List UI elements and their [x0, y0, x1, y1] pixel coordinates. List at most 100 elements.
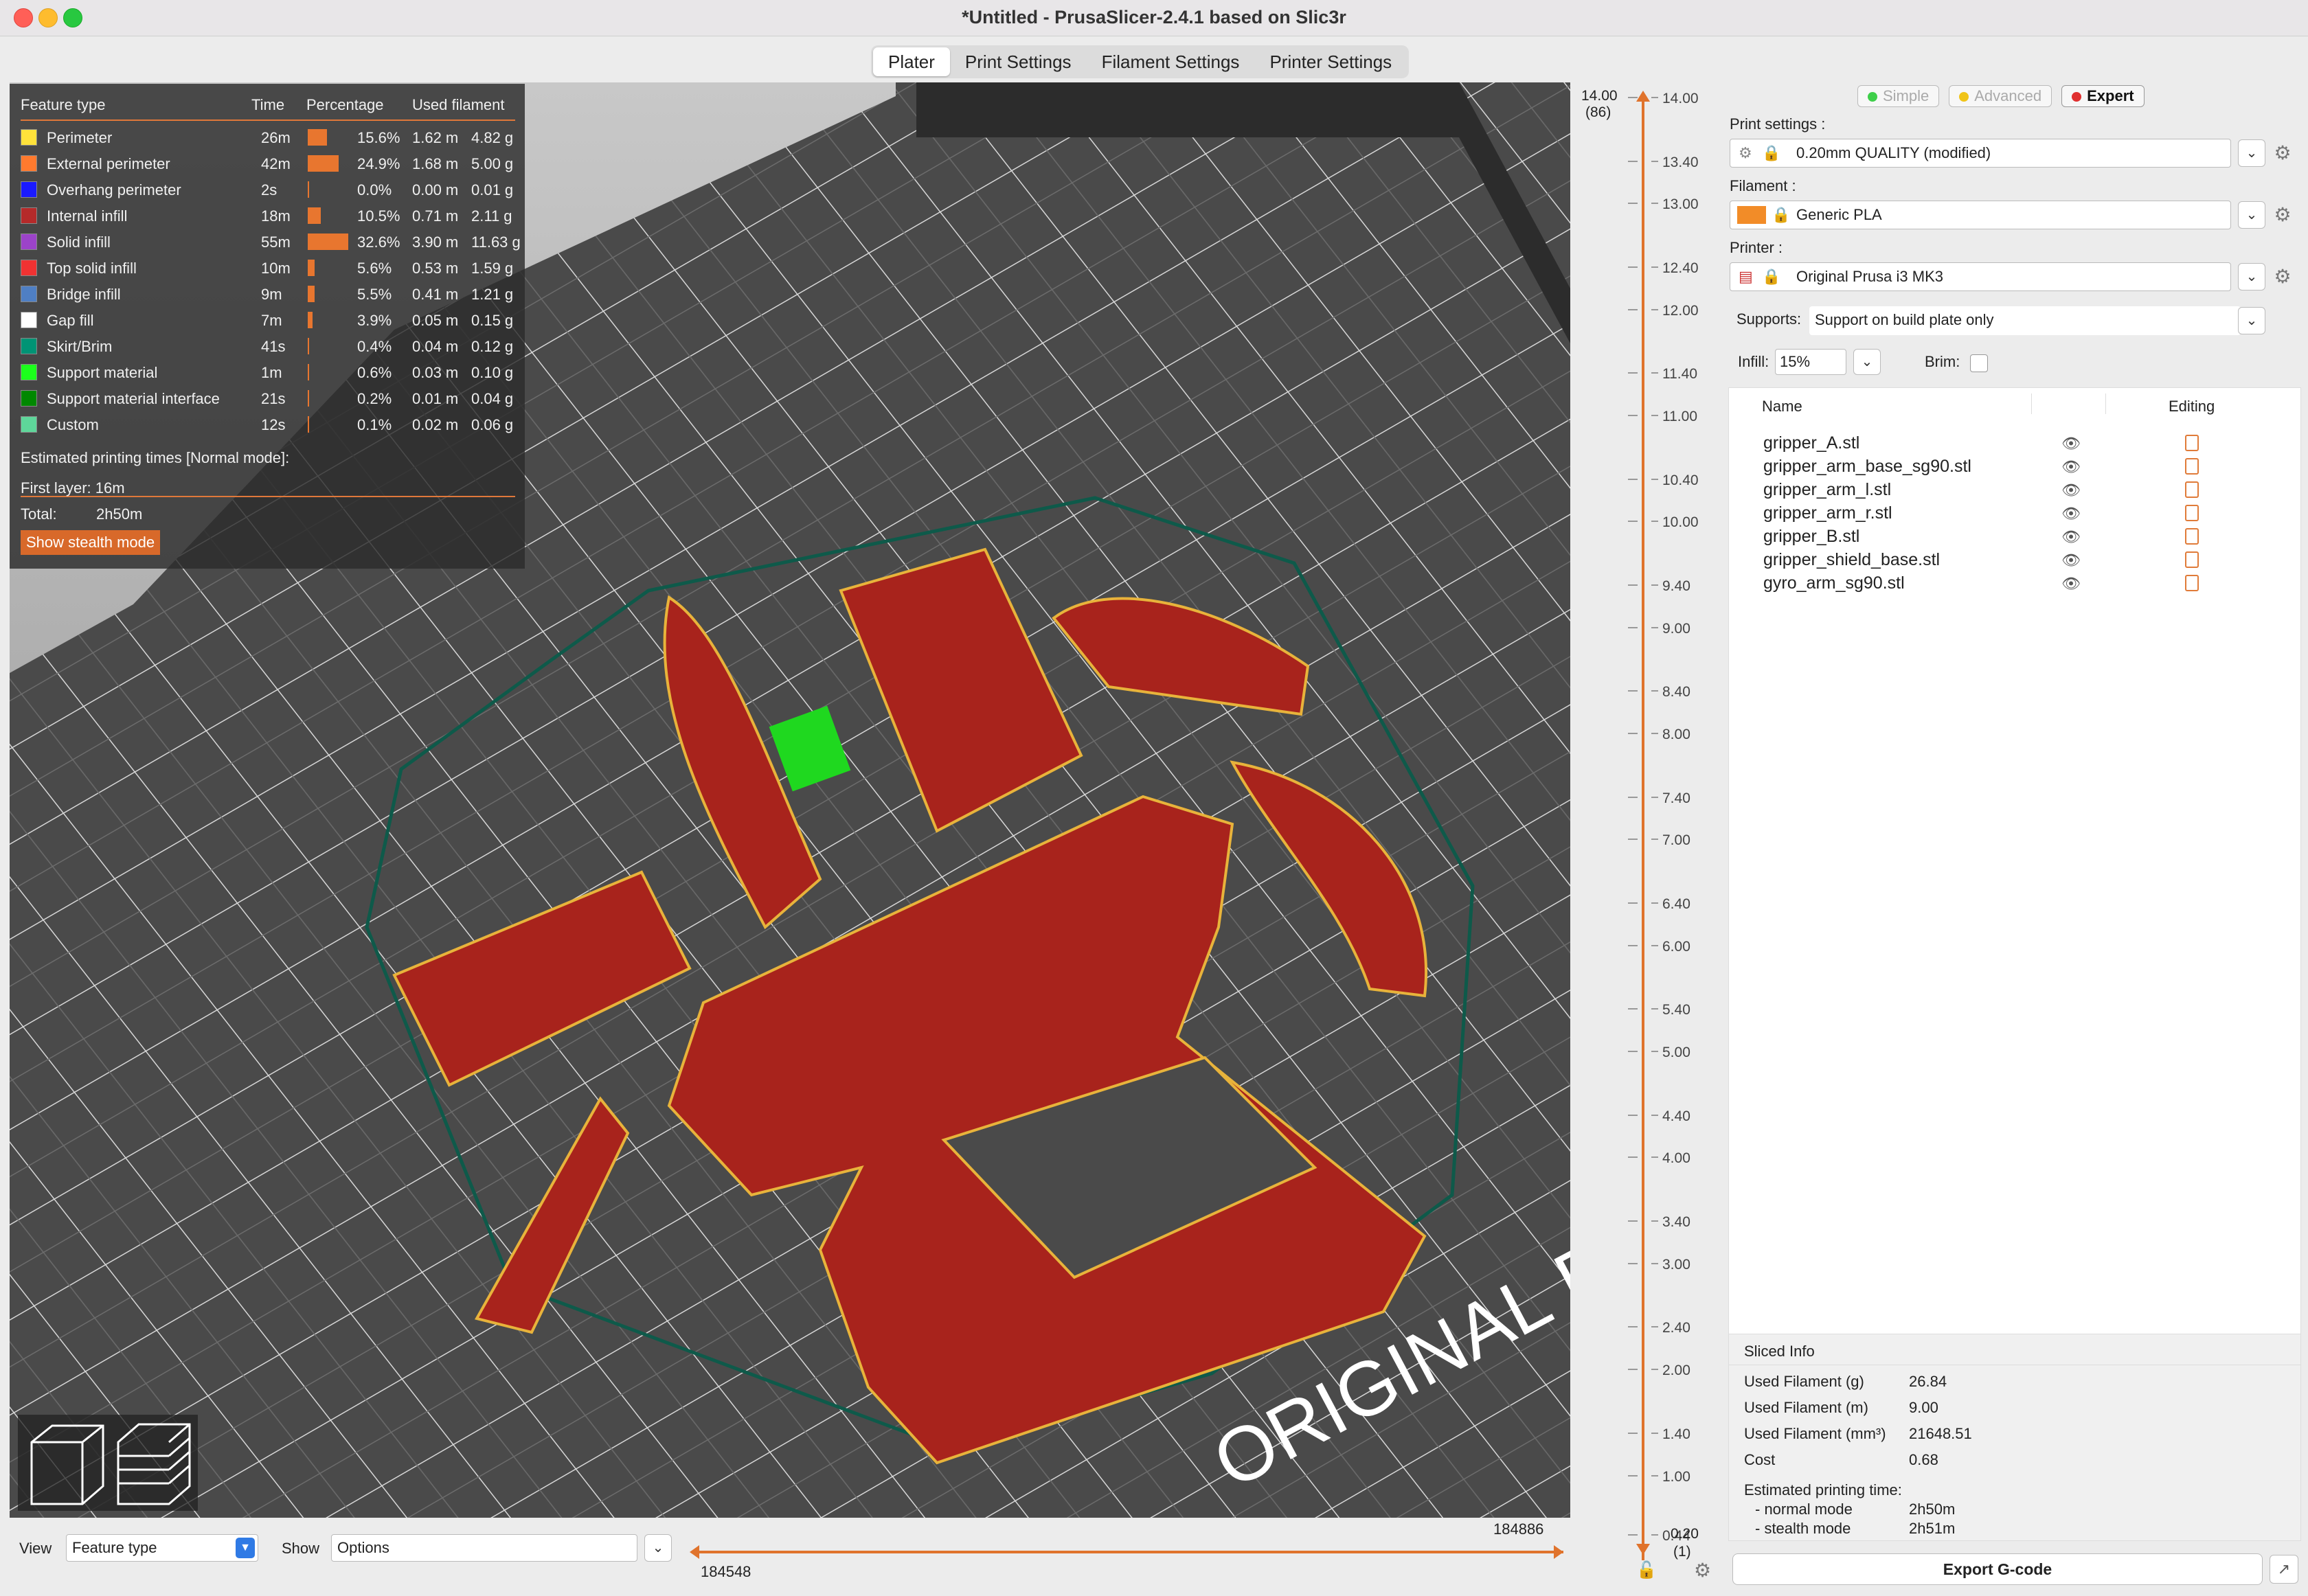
- lock-icon[interactable]: 🔓: [1636, 1560, 1657, 1580]
- legend-weight: 4.82 g: [471, 129, 514, 146]
- object-row[interactable]: gripper_arm_r.stl 👁: [1729, 503, 2299, 525]
- legend-row: External perimeter 42m 24.9% 1.68 m 5.00 g: [21, 151, 522, 177]
- gear-icon[interactable]: ⚙: [1694, 1559, 1711, 1582]
- supports-select[interactable]: Support on build plate only: [1809, 306, 2241, 335]
- legend-time: 7m: [261, 312, 282, 329]
- brim-checkbox[interactable]: [1970, 354, 1988, 372]
- edit-icon[interactable]: [2185, 481, 2199, 498]
- bottom-bar: View Feature type ▼ Show Options ⌄ 18488…: [10, 1520, 1570, 1586]
- object-row[interactable]: gripper_shield_base.stl 👁: [1729, 550, 2299, 572]
- infill-dropdown[interactable]: ⌄: [1853, 349, 1881, 375]
- mode-expert-label: Expert: [2087, 87, 2134, 104]
- mode-advanced[interactable]: Advanced: [1949, 85, 2052, 107]
- layer-tick-label: 13.00: [1662, 196, 1699, 213]
- show-options-value: Options: [337, 1539, 389, 1556]
- printer-select[interactable]: ▤ 🔒 Original Prusa i3 MK3: [1730, 262, 2231, 291]
- stealth-mode-value: 2h51m: [1909, 1520, 1956, 1537]
- layer-lower-thumb[interactable]: [1636, 1544, 1650, 1555]
- legend-feature-name: External perimeter: [47, 155, 170, 172]
- filament-color-swatch[interactable]: [1737, 206, 1766, 224]
- gear-icon[interactable]: ⚙: [2272, 266, 2293, 287]
- tab-print-settings[interactable]: Print Settings: [950, 47, 1087, 76]
- object-row[interactable]: gripper_B.stl 👁: [1729, 527, 2299, 549]
- object-row[interactable]: gyro_arm_sg90.stl 👁: [1729, 573, 2299, 595]
- filament-dropdown[interactable]: ⌄: [2238, 201, 2265, 229]
- eye-icon[interactable]: 👁: [2061, 435, 2081, 453]
- layer-tick-label: 1.00: [1662, 1468, 1690, 1485]
- horizontal-slider-track[interactable]: [694, 1551, 1563, 1553]
- show-options-dropdown[interactable]: ⌄: [644, 1534, 672, 1562]
- legend-weight: 0.04 g: [471, 390, 514, 407]
- layer-tick: 11.00: [1573, 409, 1724, 424]
- supports-value: Support on build plate only: [1815, 311, 1994, 328]
- 3d-view-icon: [30, 1424, 104, 1505]
- layer-tick: 1.40: [1573, 1426, 1724, 1442]
- layer-slider-track[interactable]: [1642, 98, 1644, 1560]
- supports-dropdown[interactable]: ⌄: [2238, 307, 2265, 334]
- layer-slider[interactable]: 14.00 (86) 14.00 13.40 13.00 12.40 12.00 11.4…: [1573, 82, 1724, 1586]
- cost-label: Cost: [1744, 1451, 1776, 1468]
- edit-icon[interactable]: [2185, 551, 2199, 568]
- edit-icon[interactable]: [2185, 458, 2199, 475]
- legend-percentage: 0.0%: [357, 181, 392, 198]
- legend-feature-name: Internal infill: [47, 207, 128, 225]
- normal-mode-value: 2h50m: [1909, 1501, 1956, 1518]
- tab-plater[interactable]: Plater: [873, 47, 950, 76]
- horizontal-slider-right-thumb[interactable]: [1554, 1545, 1563, 1559]
- tab-filament-settings[interactable]: Filament Settings: [1087, 47, 1255, 76]
- legend-length: 0.41 m: [412, 286, 459, 303]
- object-name: gripper_A.stl: [1763, 433, 1860, 453]
- used-filament-m-value: 9.00: [1909, 1399, 1938, 1416]
- layer-tick-label: 7.00: [1662, 832, 1690, 849]
- object-row[interactable]: gripper_arm_l.stl 👁: [1729, 480, 2299, 502]
- printer-dropdown[interactable]: ⌄: [2238, 263, 2265, 290]
- filament-select[interactable]: 🔒 Generic PLA: [1730, 201, 2231, 229]
- object-list: Name Editing gripper_A.stl 👁 gripper_arm_b…: [1728, 387, 2301, 1338]
- eye-icon[interactable]: 👁: [2061, 575, 2081, 593]
- legend-weight: 0.06 g: [471, 416, 514, 433]
- tab-printer-settings[interactable]: Printer Settings: [1254, 47, 1407, 76]
- gear-icon[interactable]: ⚙: [2272, 143, 2293, 163]
- print-settings-value: 0.20mm QUALITY (modified): [1796, 144, 1991, 161]
- right-sidebar: Simple Advanced Expert Print settings : …: [1726, 82, 2301, 1586]
- horizontal-slider-left-thumb[interactable]: [690, 1545, 699, 1559]
- layer-tick: 6.00: [1573, 938, 1724, 955]
- infill-input[interactable]: 15%: [1775, 349, 1846, 375]
- edit-icon[interactable]: [2185, 575, 2199, 591]
- object-row[interactable]: gripper_arm_base_sg90.stl 👁: [1729, 457, 2299, 479]
- layer-tick: 13.00: [1573, 196, 1724, 213]
- eye-icon[interactable]: 👁: [2061, 481, 2081, 499]
- layer-tick-label: 6.00: [1662, 938, 1690, 955]
- export-gcode-button[interactable]: Export G-code: [1732, 1553, 2263, 1585]
- legend-length: 0.01 m: [412, 390, 459, 407]
- view-type-select[interactable]: Feature type ▼: [66, 1534, 258, 1562]
- eye-icon[interactable]: 👁: [2061, 505, 2081, 523]
- send-to-printer-icon[interactable]: ↗: [2270, 1555, 2298, 1584]
- legend-feature-name: Support material: [47, 364, 158, 381]
- eye-icon[interactable]: 👁: [2061, 458, 2081, 476]
- eye-icon[interactable]: 👁: [2061, 551, 2081, 569]
- legend-row: Internal infill 18m 10.5% 0.71 m 2.11 g: [21, 203, 522, 229]
- layers-view-icon: [117, 1423, 191, 1505]
- object-row[interactable]: gripper_A.stl 👁: [1729, 433, 2299, 455]
- mode-simple[interactable]: Simple: [1857, 85, 1940, 107]
- edit-icon[interactable]: [2185, 435, 2199, 451]
- layer-tick-label: 4.00: [1662, 1150, 1690, 1167]
- show-options-select[interactable]: Options: [331, 1534, 637, 1562]
- print-settings-select[interactable]: ⚙ 🔒 0.20mm QUALITY (modified): [1730, 139, 2231, 168]
- legend-row: Bridge infill 9m 5.5% 0.41 m 1.21 g: [21, 282, 522, 308]
- gear-icon[interactable]: ⚙: [2272, 205, 2293, 225]
- edit-icon[interactable]: [2185, 528, 2199, 545]
- legend-row: Solid infill 55m 32.6% 3.90 m 11.63 g: [21, 229, 522, 255]
- legend-length: 0.53 m: [412, 260, 459, 277]
- legend-length: 0.03 m: [412, 364, 459, 381]
- eye-icon[interactable]: 👁: [2061, 528, 2081, 546]
- legend-feature-name: Bridge infill: [47, 286, 121, 303]
- show-stealth-mode-button[interactable]: Show stealth mode: [21, 530, 161, 555]
- cost-value: 0.68: [1909, 1451, 1938, 1468]
- chevron-down-icon[interactable]: ▼: [236, 1538, 255, 1558]
- mode-expert[interactable]: Expert: [2061, 85, 2145, 107]
- edit-icon[interactable]: [2185, 505, 2199, 521]
- legend-row: Gap fill 7m 3.9% 0.05 m 0.15 g: [21, 308, 522, 334]
- print-settings-dropdown[interactable]: ⌄: [2238, 139, 2265, 167]
